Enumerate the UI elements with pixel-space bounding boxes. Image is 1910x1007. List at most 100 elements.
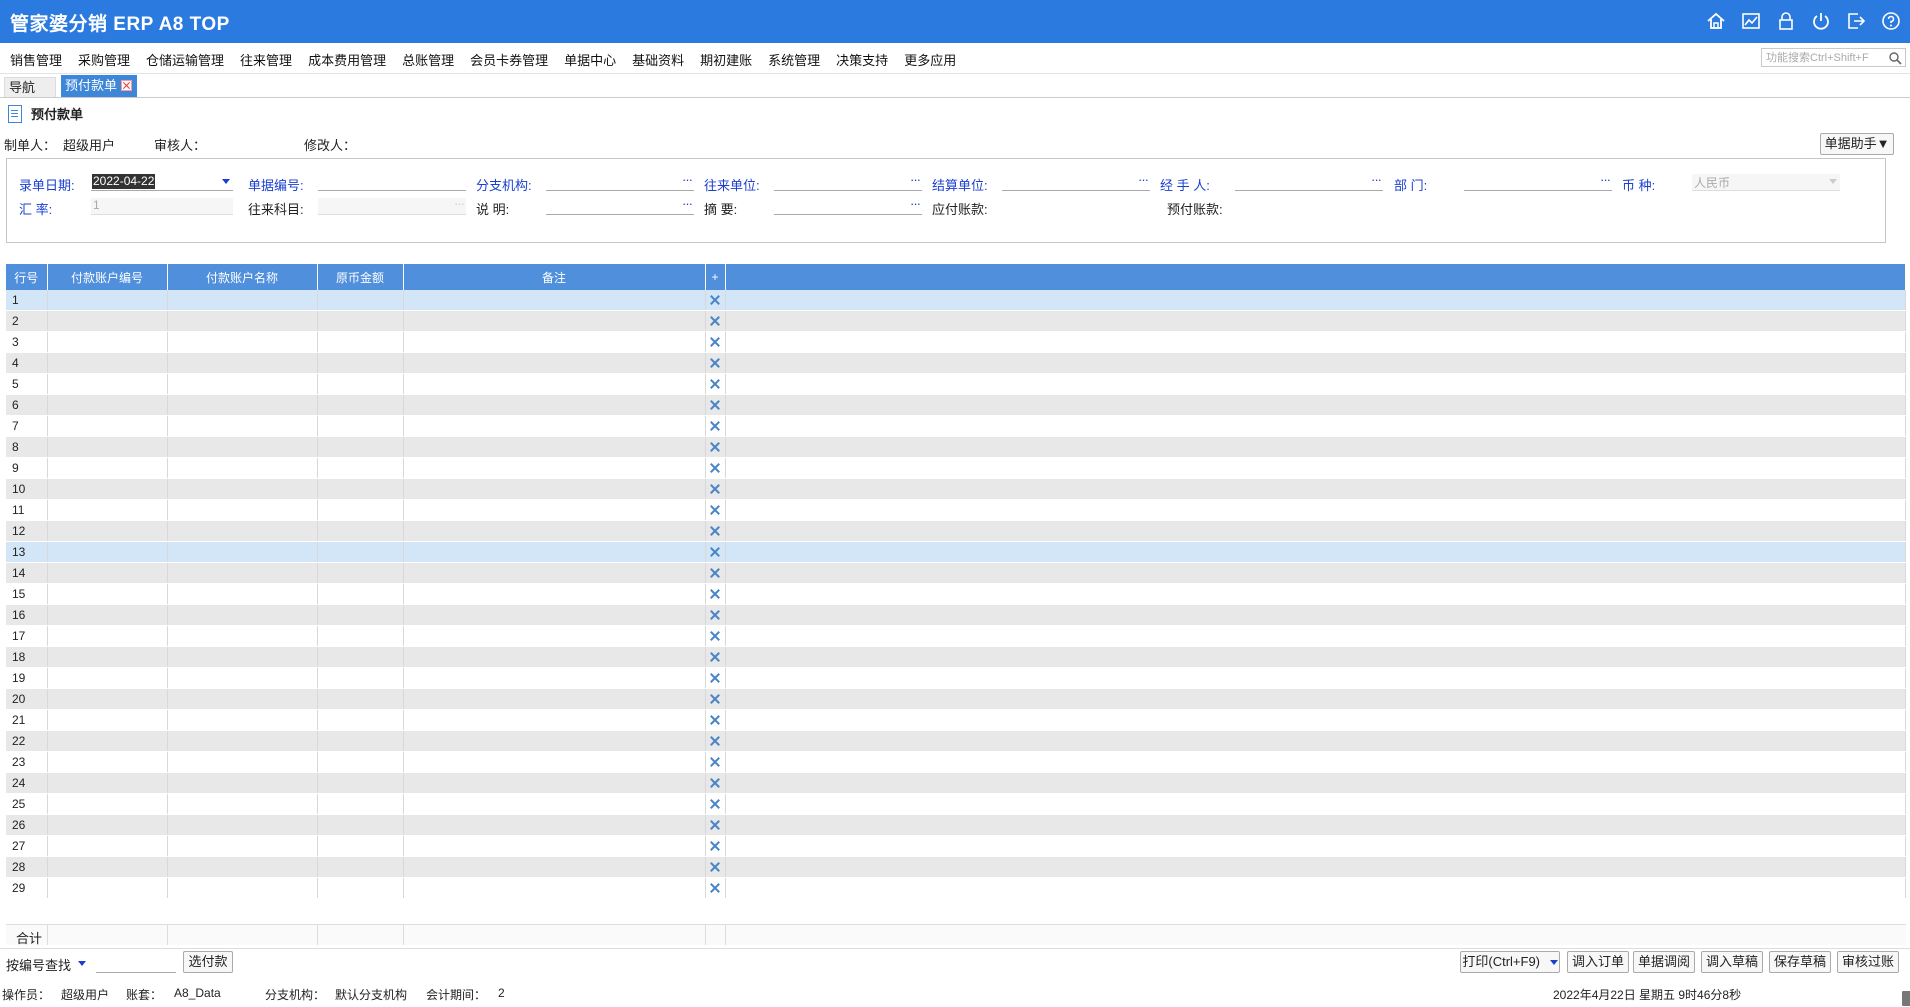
rate-field[interactable]: 1 bbox=[91, 198, 233, 215]
table-cell[interactable] bbox=[317, 541, 404, 563]
table-cell[interactable] bbox=[317, 646, 404, 668]
delete-row-cell[interactable] bbox=[705, 772, 726, 794]
table-cell[interactable] bbox=[403, 373, 706, 395]
print-button[interactable]: 打印(Ctrl+F9) bbox=[1460, 951, 1560, 973]
table-cell[interactable] bbox=[167, 856, 318, 878]
table-cell[interactable] bbox=[47, 583, 168, 605]
table-cell[interactable] bbox=[403, 583, 706, 605]
find-by-code-select[interactable]: 按编号查找 bbox=[6, 955, 71, 974]
menu-item-purchase[interactable]: 采购管理 bbox=[78, 50, 130, 69]
table-cell[interactable] bbox=[403, 499, 706, 521]
table-cell[interactable] bbox=[317, 793, 404, 815]
table-cell[interactable] bbox=[167, 352, 318, 374]
table-cell[interactable] bbox=[167, 331, 318, 353]
chevron-down-icon[interactable] bbox=[222, 179, 230, 184]
column-header[interactable]: 付款账户名称 bbox=[167, 264, 318, 290]
search-icon[interactable] bbox=[1888, 51, 1902, 65]
lock-icon[interactable] bbox=[1775, 10, 1797, 32]
table-row[interactable]: 24 bbox=[6, 772, 1906, 794]
delete-row-cell[interactable] bbox=[705, 730, 726, 752]
table-cell[interactable] bbox=[317, 625, 404, 647]
table-cell[interactable] bbox=[317, 688, 404, 710]
menu-item-system[interactable]: 系统管理 bbox=[768, 50, 820, 69]
table-cell[interactable] bbox=[403, 394, 706, 416]
table-cell[interactable] bbox=[47, 772, 168, 794]
table-cell[interactable] bbox=[47, 457, 168, 479]
table-cell[interactable] bbox=[167, 604, 318, 626]
column-header[interactable]: 付款账户编号 bbox=[47, 264, 168, 290]
delete-row-cell[interactable] bbox=[705, 520, 726, 542]
delete-row-icon[interactable] bbox=[710, 883, 720, 893]
delete-row-icon[interactable] bbox=[710, 400, 720, 410]
table-row[interactable]: 12 bbox=[6, 520, 1906, 542]
table-row[interactable]: 28 bbox=[6, 856, 1906, 878]
table-cell[interactable] bbox=[403, 835, 706, 857]
delete-row-cell[interactable] bbox=[705, 835, 726, 857]
import-order-button[interactable]: 调入订单 bbox=[1567, 951, 1629, 973]
settle-field[interactable]: ··· bbox=[1002, 172, 1150, 191]
delete-row-cell[interactable] bbox=[705, 457, 726, 479]
document-helper-button[interactable]: 单据助手▼ bbox=[1820, 133, 1894, 155]
table-cell[interactable] bbox=[47, 394, 168, 416]
handler-field[interactable]: ··· bbox=[1235, 172, 1383, 191]
delete-row-icon[interactable] bbox=[710, 652, 720, 662]
branch-field[interactable]: ··· bbox=[546, 172, 694, 191]
delete-row-icon[interactable] bbox=[710, 757, 720, 767]
table-cell[interactable] bbox=[47, 751, 168, 773]
select-payment-button[interactable]: 选付款 bbox=[183, 951, 233, 973]
table-cell[interactable] bbox=[167, 478, 318, 500]
table-cell[interactable] bbox=[167, 835, 318, 857]
table-cell[interactable] bbox=[403, 290, 706, 311]
menu-item-sales[interactable]: 销售管理 bbox=[10, 50, 62, 69]
home-icon[interactable] bbox=[1705, 10, 1727, 32]
delete-row-cell[interactable] bbox=[705, 793, 726, 815]
dept-field[interactable]: ··· bbox=[1464, 172, 1612, 191]
table-cell[interactable] bbox=[403, 793, 706, 815]
table-cell[interactable] bbox=[317, 751, 404, 773]
table-cell[interactable] bbox=[317, 310, 404, 332]
table-cell[interactable] bbox=[403, 856, 706, 878]
menu-item-ledger[interactable]: 总账管理 bbox=[402, 50, 454, 69]
menu-item-more[interactable]: 更多应用 bbox=[904, 50, 956, 69]
power-icon[interactable] bbox=[1810, 10, 1832, 32]
table-cell[interactable] bbox=[167, 310, 318, 332]
chevron-down-icon[interactable] bbox=[1829, 179, 1837, 184]
table-cell[interactable] bbox=[47, 499, 168, 521]
note-field[interactable]: ··· bbox=[546, 196, 694, 215]
delete-row-cell[interactable] bbox=[705, 478, 726, 500]
table-row[interactable]: 1 bbox=[6, 290, 1906, 311]
table-cell[interactable] bbox=[317, 331, 404, 353]
currency-field[interactable]: 人民币 bbox=[1692, 174, 1840, 191]
table-cell[interactable] bbox=[317, 709, 404, 731]
menu-item-warehouse[interactable]: 仓储运输管理 bbox=[146, 50, 224, 69]
ellipsis-icon[interactable]: ··· bbox=[1600, 172, 1611, 187]
import-draft-button[interactable]: 调入草稿 bbox=[1701, 951, 1763, 973]
ellipsis-icon[interactable]: ··· bbox=[910, 172, 921, 187]
chevron-down-icon[interactable] bbox=[1549, 960, 1558, 966]
table-cell[interactable] bbox=[167, 730, 318, 752]
table-cell[interactable] bbox=[403, 772, 706, 794]
table-cell[interactable] bbox=[47, 415, 168, 437]
table-row[interactable]: 13 bbox=[6, 541, 1906, 563]
table-cell[interactable] bbox=[317, 667, 404, 689]
table-cell[interactable] bbox=[167, 290, 318, 311]
table-cell[interactable] bbox=[317, 562, 404, 584]
delete-row-cell[interactable] bbox=[705, 751, 726, 773]
delete-row-icon[interactable] bbox=[710, 631, 720, 641]
delete-row-cell[interactable] bbox=[705, 667, 726, 689]
delete-row-icon[interactable] bbox=[710, 610, 720, 620]
chart-icon[interactable] bbox=[1740, 10, 1762, 32]
delete-row-icon[interactable] bbox=[710, 295, 720, 305]
table-cell[interactable] bbox=[47, 709, 168, 731]
table-row[interactable]: 19 bbox=[6, 667, 1906, 689]
table-cell[interactable] bbox=[47, 562, 168, 584]
table-cell[interactable] bbox=[47, 688, 168, 710]
table-cell[interactable] bbox=[47, 730, 168, 752]
delete-row-icon[interactable] bbox=[710, 694, 720, 704]
delete-row-icon[interactable] bbox=[710, 778, 720, 788]
table-cell[interactable] bbox=[167, 562, 318, 584]
table-row[interactable]: 10 bbox=[6, 478, 1906, 500]
table-cell[interactable] bbox=[167, 499, 318, 521]
table-cell[interactable] bbox=[47, 352, 168, 374]
delete-row-icon[interactable] bbox=[710, 379, 720, 389]
